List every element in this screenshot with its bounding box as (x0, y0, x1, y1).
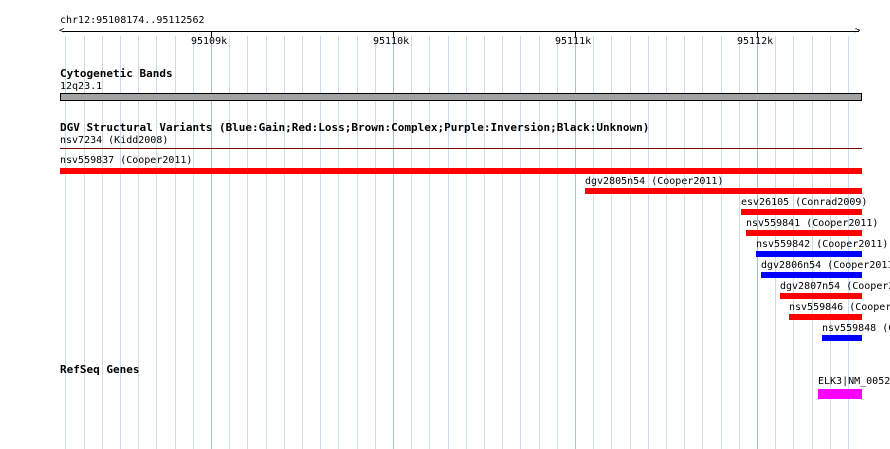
cytoband-band[interactable] (60, 93, 862, 101)
variant-bar[interactable] (822, 335, 862, 341)
variant-label: esv26105 (Conrad2009) (741, 197, 868, 208)
variant-label: nsv559837 (Cooper2011) (60, 155, 193, 166)
variant-bar[interactable] (60, 168, 862, 174)
variant-label: nsv7234 (Kidd2008) (60, 135, 169, 146)
variant-bar[interactable] (60, 148, 862, 149)
ruler-tick-label: 95109k (191, 36, 228, 47)
variant-bar[interactable] (789, 314, 862, 320)
variant-label: dgv2806n54 (Cooper2011 (761, 260, 890, 271)
variant-label: nsv559841 (Cooper2011) (746, 218, 879, 229)
variant-bar[interactable] (741, 209, 862, 215)
ruler-right-arrow: > (855, 26, 861, 36)
variant-label: dgv2807n54 (Cooper2 (780, 281, 890, 292)
region-label: chr12:95108174..95112562 (60, 15, 205, 26)
variant-label: nsv559846 (Cooper (789, 302, 890, 313)
variant-bar[interactable] (761, 272, 862, 278)
ruler-tick-label: 95111k (555, 36, 592, 47)
ruler-tick-label: 95110k (373, 36, 410, 47)
gene-bar[interactable] (818, 389, 862, 399)
ruler-left-arrow: < (59, 26, 65, 36)
variant-bar[interactable] (746, 230, 862, 236)
cytoband-label: 12q23.1 (60, 81, 103, 92)
variant-label: nsv559848 (C (822, 323, 890, 334)
variant-label: dgv2805n54 (Cooper2011) (585, 176, 724, 187)
variant-bar[interactable] (780, 293, 862, 299)
dgv-track-title: DGV Structural Variants (Blue:Gain;Red:L… (60, 121, 650, 134)
ruler-tick-label: 95112k (737, 36, 774, 47)
variant-label: nsv559842 (Cooper2011) (756, 239, 889, 250)
variant-bar[interactable] (585, 188, 862, 194)
gene-label: ELK3|NM_0052 (818, 376, 890, 387)
cytoband-track-title: Cytogenetic Bands (60, 67, 173, 80)
variant-bar[interactable] (756, 251, 862, 257)
refseq-track-title: RefSeq Genes (60, 363, 140, 376)
ruler-line (62, 31, 859, 32)
